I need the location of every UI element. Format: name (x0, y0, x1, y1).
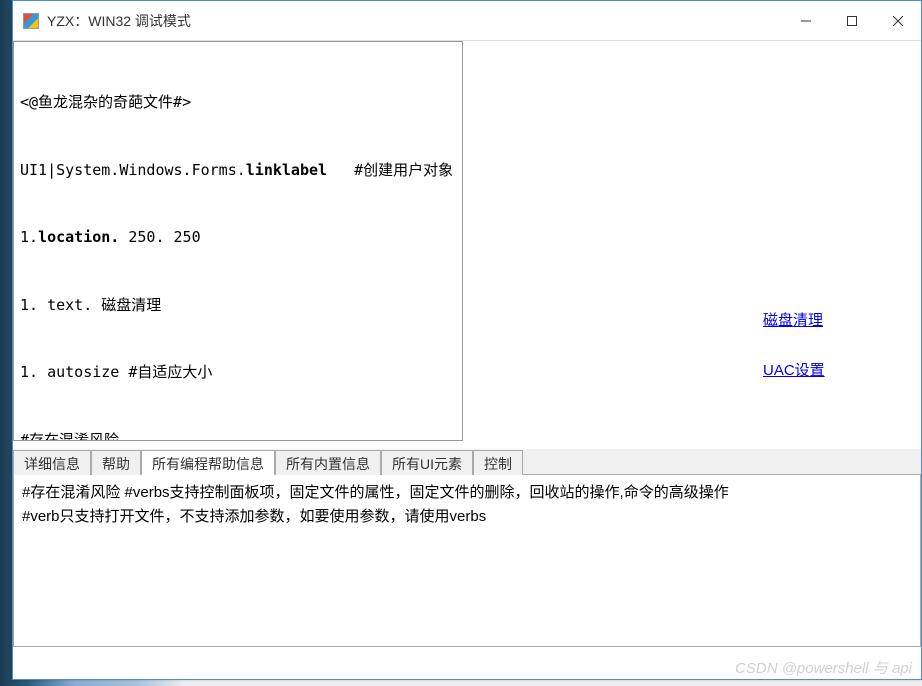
tab-ui-elements[interactable]: 所有UI元素 (381, 450, 473, 475)
app-icon (23, 13, 39, 29)
main-window: YZX：WIN32 调试模式 <@鱼龙混杂的奇葩文件#> UI1|System.… (12, 0, 922, 680)
tab-control[interactable]: 控制 (473, 450, 523, 475)
tabs-container: 详细信息 帮助 所有编程帮助信息 所有内置信息 所有UI元素 控制 #存在混淆风… (13, 449, 921, 679)
code-line: 1.location. 250. 250 (20, 226, 456, 249)
minimize-icon (801, 16, 811, 26)
minimize-button[interactable] (783, 5, 829, 37)
tab-content[interactable]: #存在混淆风险 #verbs支持控制面板项，固定文件的属性，固定文件的删除，回收… (13, 475, 921, 647)
disk-cleanup-link[interactable]: 磁盘清理 (763, 309, 823, 330)
tab-details[interactable]: 详细信息 (13, 450, 91, 475)
tab-builtin-info[interactable]: 所有内置信息 (275, 450, 381, 475)
code-line: 1. autosize #自适应大小 (20, 361, 456, 384)
window-title: YZX：WIN32 调试模式 (47, 11, 783, 31)
code-line: 1. text. 磁盘清理 (20, 294, 456, 317)
help-text-line: #verb只支持打开文件，不支持添加参数，如要使用参数，请使用verbs (22, 505, 912, 529)
desktop-edge (0, 60, 12, 560)
tab-programming-help[interactable]: 所有编程帮助信息 (141, 450, 275, 475)
help-text-line: #存在混淆风险 #verbs支持控制面板项，固定文件的属性，固定文件的删除，回收… (22, 481, 912, 505)
tab-strip: 详细信息 帮助 所有编程帮助信息 所有内置信息 所有UI元素 控制 (13, 449, 921, 475)
code-line: #存在混淆风险 (20, 429, 456, 442)
code-line: UI1|System.Windows.Forms.linklabel #创建用户… (20, 159, 456, 182)
code-panel[interactable]: <@鱼龙混杂的奇葩文件#> UI1|System.Windows.Forms.l… (13, 41, 463, 441)
maximize-button[interactable] (829, 5, 875, 37)
uac-settings-link[interactable]: UAC设置 (763, 359, 825, 380)
maximize-icon (847, 16, 857, 26)
close-button[interactable] (875, 5, 921, 37)
code-line: <@鱼龙混杂的奇葩文件#> (20, 91, 456, 114)
titlebar[interactable]: YZX：WIN32 调试模式 (13, 1, 921, 41)
content-area: <@鱼龙混杂的奇葩文件#> UI1|System.Windows.Forms.l… (13, 41, 921, 679)
window-controls (783, 5, 921, 37)
tab-help[interactable]: 帮助 (91, 450, 141, 475)
code-content[interactable]: <@鱼龙混杂的奇葩文件#> UI1|System.Windows.Forms.l… (14, 42, 462, 441)
form-preview-panel: 磁盘清理 UAC设置 (463, 41, 921, 441)
close-icon (893, 16, 903, 26)
